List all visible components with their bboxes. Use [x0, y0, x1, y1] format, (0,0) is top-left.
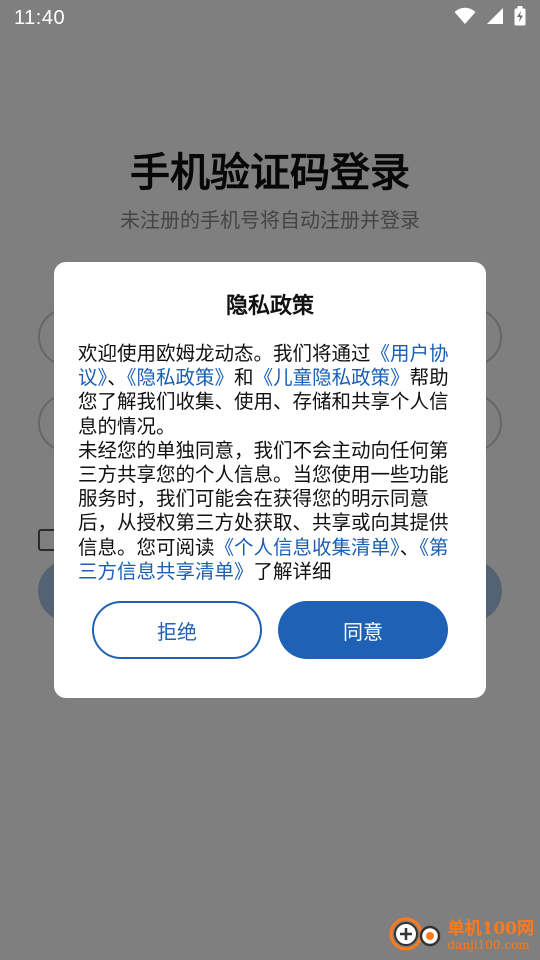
paragraph-text: 欢迎使用欧姆龙动态。我们将通过 — [78, 342, 371, 365]
status-bar: 11:40 — [0, 0, 540, 36]
separator-text: 、 — [399, 535, 420, 559]
dialog-paragraph-1: 欢迎使用欧姆龙动态。我们将通过《用户协议》、《隐私政策》和《儿童隐私政策》帮助您… — [78, 342, 464, 439]
dialog-body: 欢迎使用欧姆龙动态。我们将通过《用户协议》、《隐私政策》和《儿童隐私政策》帮助您… — [78, 342, 464, 584]
status-time: 11:40 — [14, 6, 66, 29]
watermark-logo-icon — [388, 916, 444, 956]
watermark-name: 单机100网 — [447, 918, 535, 939]
separator-text: 、 — [107, 366, 127, 390]
conjunction-text: 和 — [234, 366, 254, 390]
reject-button[interactable]: 拒绝 — [92, 601, 262, 659]
paragraph-text: 了解详细 — [253, 559, 332, 583]
personal-info-collection-list-link[interactable]: 《个人信息收集清单》 — [215, 536, 400, 559]
privacy-policy-link[interactable]: 《隐私政策》 — [127, 366, 234, 389]
dialog-title: 隐私政策 — [225, 294, 314, 319]
child-privacy-policy-link[interactable]: 《儿童隐私政策》 — [254, 366, 410, 389]
agree-button[interactable]: 同意 — [278, 601, 448, 659]
watermark-text: 单机100网 danji100.com — [447, 918, 535, 952]
battery-icon — [514, 6, 526, 30]
dialog-buttons: 拒绝 同意 — [92, 601, 448, 661]
wifi-icon — [454, 7, 476, 29]
status-icons — [454, 6, 526, 30]
privacy-policy-dialog: 隐私政策 欢迎使用欧姆龙动态。我们将通过《用户协议》、《隐私政策》和《儿童隐私政… — [54, 262, 486, 698]
watermark-url: danji100.com — [447, 937, 530, 952]
signal-icon — [486, 7, 504, 29]
watermark: 单机100网 danji100.com — [388, 916, 535, 956]
dialog-paragraph-2: 未经您的单独同意，我们不会主动向任何第三方共享您的个人信息。当您使用一些功能服务… — [78, 439, 464, 584]
